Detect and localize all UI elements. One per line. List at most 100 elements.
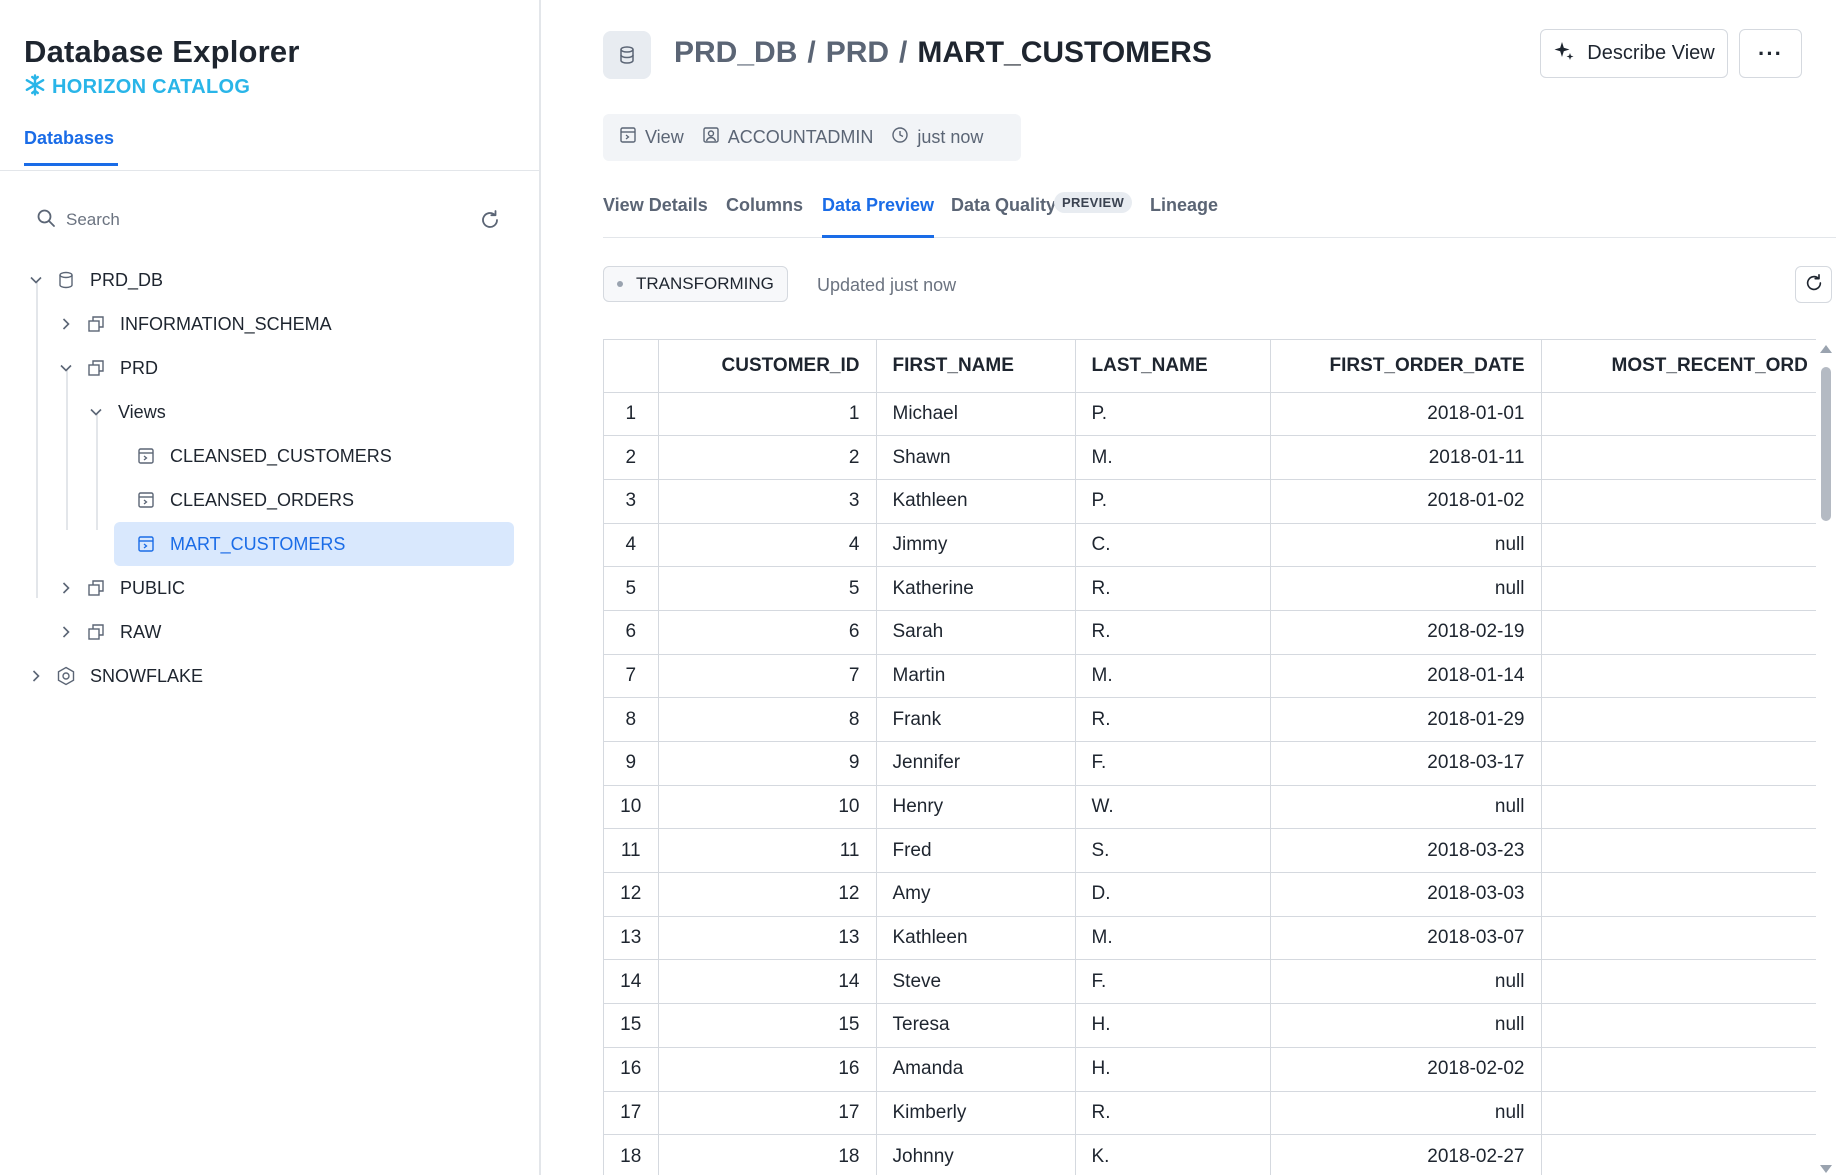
scroll-up-icon[interactable] [1820, 345, 1832, 353]
table-row[interactable]: 22ShawnM.2018-01-1120 [604, 435, 1816, 480]
table-cell[interactable]: 20 [1541, 1047, 1816, 1092]
table-cell[interactable]: Frank [876, 697, 1076, 742]
table-cell[interactable]: null [1270, 785, 1542, 830]
table-cell[interactable]: M. [1075, 435, 1271, 480]
tab-columns[interactable]: Columns [726, 194, 803, 238]
table-cell[interactable]: W. [1075, 785, 1271, 830]
table-cell[interactable]: F. [1075, 959, 1271, 1005]
scroll-down-icon[interactable] [1820, 1165, 1832, 1173]
table-cell[interactable]: 2018-01-29 [1270, 697, 1542, 742]
tree-item-snowflake[interactable]: SNOWFLAKE [28, 654, 203, 698]
table-cell[interactable]: 20 [1541, 479, 1816, 524]
table-cell[interactable]: D. [1075, 872, 1271, 917]
table-cell[interactable]: 20 [1541, 916, 1816, 961]
table-cell[interactable]: 13 [658, 916, 877, 961]
tree-item-cleansed-orders[interactable]: CLEANSED_ORDERS [122, 478, 354, 522]
table-cell[interactable]: R. [1075, 1091, 1271, 1136]
table-cell[interactable]: 2018-01-14 [1270, 654, 1542, 699]
tree-item-raw[interactable]: RAW [58, 610, 161, 654]
table-cell[interactable]: Fred [876, 828, 1076, 874]
table-cell[interactable]: Kathleen [876, 916, 1076, 961]
column-header[interactable]: MOST_RECENT_ORD [1541, 340, 1816, 393]
column-header[interactable]: FIRST_ORDER_DATE [1270, 340, 1542, 393]
table-cell[interactable]: K. [1075, 1134, 1271, 1175]
table-row[interactable]: 66SarahR.2018-02-1920 [604, 610, 1816, 655]
table-scrollbar[interactable] [1819, 345, 1833, 1175]
table-cell[interactable]: H. [1075, 1003, 1271, 1048]
table-cell[interactable]: 2018-02-27 [1270, 1134, 1542, 1175]
chevron-down-icon[interactable] [88, 404, 104, 420]
tree-item-cleansed-customers[interactable]: CLEANSED_CUSTOMERS [122, 434, 392, 478]
table-cell[interactable]: Kimberly [876, 1091, 1076, 1136]
table-row[interactable]: 1212AmyD.2018-03-0320 [604, 872, 1816, 917]
table-cell[interactable]: 2018-03-23 [1270, 828, 1542, 874]
tree-item-information-schema[interactable]: INFORMATION_SCHEMA [58, 302, 332, 346]
table-cell[interactable] [1541, 785, 1816, 830]
table-cell[interactable]: 8 [658, 697, 877, 742]
table-cell[interactable] [1541, 523, 1816, 568]
table-cell[interactable]: 1 [658, 392, 877, 437]
table-cell[interactable]: Martin [876, 654, 1076, 699]
tab-databases[interactable]: Databases [24, 128, 118, 166]
table-cell[interactable]: Michael [876, 392, 1076, 437]
table-cell[interactable]: 4 [658, 523, 877, 568]
chevron-right-icon[interactable] [58, 624, 74, 640]
table-cell[interactable]: Jimmy [876, 523, 1076, 568]
table-cell[interactable]: null [1270, 566, 1542, 611]
more-options-button[interactable]: ··· [1739, 29, 1802, 78]
table-cell[interactable]: Katherine [876, 566, 1076, 611]
tree-item-mart-customers[interactable]: MART_CUSTOMERS [114, 522, 514, 566]
table-row[interactable]: 77MartinM.2018-01-1420 [604, 654, 1816, 699]
table-cell[interactable]: Steve [876, 959, 1076, 1005]
table-cell[interactable]: Amanda [876, 1047, 1076, 1092]
chevron-right-icon[interactable] [28, 668, 44, 684]
table-cell[interactable] [1541, 959, 1816, 1005]
refresh-preview-button[interactable] [1795, 266, 1832, 303]
table-cell[interactable]: S. [1075, 828, 1271, 874]
table-cell[interactable]: M. [1075, 654, 1271, 699]
table-row[interactable]: 4 4 Jimmy C. null [604, 523, 1816, 568]
table-row[interactable]: 11MichaelP.2018-01-0120 [604, 392, 1816, 437]
table-cell[interactable]: 2018-01-01 [1270, 392, 1542, 437]
table-cell[interactable]: 9 [658, 741, 877, 786]
table-cell[interactable]: null [1270, 1091, 1542, 1136]
chevron-right-icon[interactable] [58, 580, 74, 596]
scroll-thumb[interactable] [1821, 367, 1831, 521]
table-row[interactable]: 14 14 Steve F. null [604, 959, 1816, 1005]
table-cell[interactable]: 20 [1541, 697, 1816, 742]
table-cell[interactable]: 20 [1541, 392, 1816, 437]
table-row[interactable]: 1111FredS.2018-03-2320 [604, 828, 1816, 874]
column-header[interactable]: CUSTOMER_ID [658, 340, 877, 393]
table-cell[interactable]: M. [1075, 916, 1271, 961]
table-cell[interactable]: P. [1075, 392, 1271, 437]
table-cell[interactable]: 3 [658, 479, 877, 524]
table-cell[interactable]: Shawn [876, 435, 1076, 480]
table-cell[interactable]: 20 [1541, 435, 1816, 480]
tree-item-prd-db[interactable]: PRD_DB [28, 258, 163, 302]
table-cell[interactable]: Teresa [876, 1003, 1076, 1048]
table-cell[interactable]: Amy [876, 872, 1076, 917]
table-cell[interactable]: 5 [658, 566, 877, 611]
table-row[interactable]: 10 10 Henry W. null [604, 785, 1816, 830]
table-cell[interactable]: 11 [658, 828, 877, 874]
column-header[interactable]: LAST_NAME [1075, 340, 1271, 393]
describe-view-button[interactable]: Describe View [1540, 29, 1728, 78]
table-cell[interactable]: 12 [658, 872, 877, 917]
table-cell[interactable]: 20 [1541, 1134, 1816, 1175]
table-cell[interactable]: Henry [876, 785, 1076, 830]
table-row[interactable]: 17 17 Kimberly R. null [604, 1091, 1816, 1136]
table-cell[interactable]: Sarah [876, 610, 1076, 655]
column-header[interactable]: FIRST_NAME [876, 340, 1076, 393]
table-cell[interactable]: Kathleen [876, 479, 1076, 524]
table-cell[interactable]: 16 [658, 1047, 877, 1092]
table-cell[interactable]: R. [1075, 610, 1271, 655]
table-row[interactable]: 15 15 Teresa H. null [604, 1003, 1816, 1048]
tab-lineage[interactable]: Lineage [1150, 194, 1218, 238]
table-row[interactable]: 1616AmandaH.2018-02-0220 [604, 1047, 1816, 1092]
table-cell[interactable]: null [1270, 523, 1542, 568]
table-cell[interactable]: 18 [658, 1134, 877, 1175]
table-cell[interactable]: 2018-03-17 [1270, 741, 1542, 786]
tree-item-prd[interactable]: PRD [58, 346, 158, 390]
table-cell[interactable]: Johnny [876, 1134, 1076, 1175]
table-cell[interactable]: 15 [658, 1003, 877, 1048]
